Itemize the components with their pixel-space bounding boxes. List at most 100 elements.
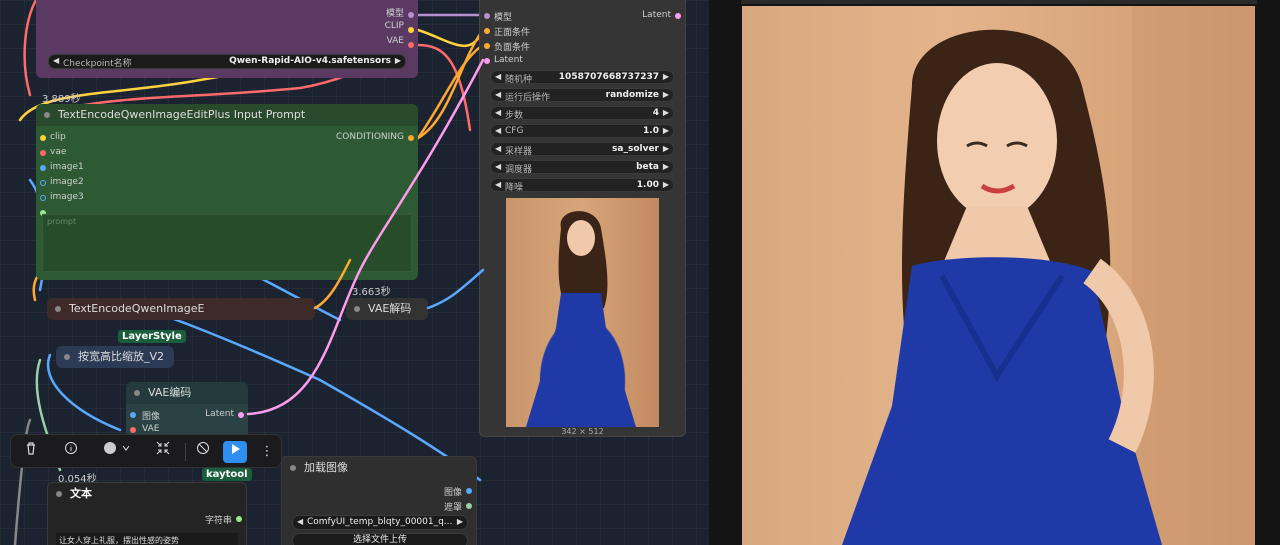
input-image2-dot[interactable] [40, 180, 46, 186]
widget-label: 调度器 [505, 165, 533, 175]
arrow-right-icon[interactable]: ▶ [663, 108, 669, 117]
text-encode-node[interactable]: TextEncodeQwenImageE [47, 298, 315, 320]
panel-header-bar [741, 0, 1257, 4]
input-image-dot[interactable] [130, 412, 136, 418]
vae-decode-node[interactable]: VAE解码 [346, 298, 428, 320]
preview-image[interactable] [506, 198, 659, 427]
output-mask-dot[interactable] [466, 503, 472, 509]
color-icon[interactable] [99, 441, 135, 463]
widget-value: 1.0 [643, 126, 659, 136]
bypass-icon[interactable] [191, 441, 215, 463]
widget-label: 采样器 [505, 147, 533, 157]
play-icon[interactable] [223, 441, 247, 463]
input-vae-dot[interactable] [130, 427, 136, 433]
widget-label: 运行后操作 [505, 93, 551, 103]
output-image[interactable] [742, 6, 1255, 545]
steps-widget[interactable]: ◀ 步数 4 ▶ [490, 106, 674, 121]
denoise-widget[interactable]: ◀ 降噪 1.00 ▶ [490, 178, 674, 193]
toolbar-divider [185, 443, 186, 461]
output-latent-dot[interactable] [238, 412, 244, 418]
control-after-generate-widget[interactable]: ◀ 运行后操作 randomize ▶ [490, 88, 674, 103]
arrow-right-icon[interactable]: ▶ [663, 126, 669, 135]
arrow-left-icon[interactable]: ◀ [297, 517, 303, 526]
arrow-right-icon[interactable]: ▶ [663, 180, 669, 189]
sampler-widget[interactable]: ◀ 采样器 sa_solver ▶ [490, 142, 674, 157]
checkpoint-loader-node[interactable]: 模型 CLIP VAE ◀ Checkpoint名称 Qwen-Rapid-AI… [36, 0, 418, 78]
seed-widget[interactable]: ◀ 随机种 1058707668737237 ▶ [490, 70, 674, 85]
arrow-right-icon[interactable]: ▶ [457, 517, 463, 526]
widget-label: 步数 [505, 111, 524, 121]
collapse-icon[interactable] [151, 441, 175, 463]
input-image3: image3 [50, 192, 84, 202]
vae-encode-node[interactable]: VAE编码 图像 VAE Latent [126, 382, 248, 438]
arrow-right-icon[interactable]: ▶ [663, 90, 669, 99]
output-model: 模型 [385, 9, 404, 19]
preview-figure [526, 211, 636, 427]
input-model-dot[interactable] [484, 13, 490, 19]
selection-toolbar: ⋮ [10, 434, 282, 468]
node-title: VAE编码 [126, 382, 248, 404]
input-positive: 正面条件 [494, 28, 531, 38]
text-encode-plus-node[interactable]: TextEncodeQwenImageEditPlus Input Prompt… [36, 104, 418, 280]
load-image-node[interactable]: 加载图像 图像 遮罩 ◀ ComfyUI_temp_blqty_00001_q.… [281, 456, 477, 545]
arrow-right-icon[interactable]: ▶ [663, 72, 669, 81]
node-title: TextEncodeQwenImageEditPlus Input Prompt [36, 104, 418, 126]
input-positive-dot[interactable] [484, 28, 490, 34]
text-node[interactable]: 文本 字符串 让女人穿上礼服，摆出性感的姿势 [47, 482, 247, 545]
input-vae-dot[interactable] [40, 150, 46, 156]
arrow-left-icon[interactable]: ◀ [495, 90, 501, 99]
image-preview-panel [709, 0, 1280, 545]
more-icon[interactable]: ⋮ [255, 441, 279, 463]
widget-label: CFG [505, 126, 524, 136]
output-image-dot[interactable] [466, 488, 472, 494]
output-string-dot[interactable] [236, 516, 242, 522]
arrow-right-icon[interactable]: ▶ [395, 56, 401, 65]
widget-value: 1058707668737237 [558, 72, 659, 82]
scheduler-widget[interactable]: ◀ 调度器 beta ▶ [490, 160, 674, 175]
info-icon[interactable] [59, 441, 83, 463]
arrow-left-icon[interactable]: ◀ [495, 144, 501, 153]
trash-icon[interactable] [19, 441, 43, 463]
arrow-left-icon[interactable]: ◀ [495, 108, 501, 117]
cfg-widget[interactable]: ◀ CFG 1.0 ▶ [490, 124, 674, 138]
text-content-field[interactable]: 让女人穿上礼服，摆出性感的姿势 [56, 533, 238, 545]
output-vae-dot[interactable] [408, 42, 414, 48]
output-latent: Latent [642, 10, 671, 20]
widget-value: sa_solver [612, 144, 659, 154]
input-image3-dot[interactable] [40, 195, 46, 201]
output-clip-dot[interactable] [408, 27, 414, 33]
upload-button[interactable]: 选择文件上传 [292, 533, 468, 545]
arrow-right-icon[interactable]: ▶ [663, 144, 669, 153]
node-title: VAE解码 [346, 298, 428, 320]
widget-label: 降噪 [505, 183, 524, 193]
arrow-right-icon[interactable]: ▶ [663, 162, 669, 171]
node-title: 文本 [48, 483, 246, 505]
widget-value: beta [636, 162, 659, 172]
prompt-textarea[interactable]: prompt [42, 214, 412, 272]
output-clip: CLIP [384, 21, 404, 31]
output-latent-dot[interactable] [675, 13, 681, 19]
input-image1-dot[interactable] [40, 165, 46, 171]
input-image: 图像 [142, 412, 161, 422]
ksampler-node[interactable]: 模型 正面条件 负面条件 Latent Latent ◀ 随机种 1058707… [479, 0, 686, 437]
checkpoint-name-widget[interactable]: ◀ Checkpoint名称 Qwen-Rapid-AIO-v4.safeten… [48, 54, 406, 69]
input-latent-dot[interactable] [484, 58, 490, 64]
arrow-left-icon[interactable]: ◀ [495, 180, 501, 189]
input-vae: VAE [142, 424, 160, 434]
output-model-dot[interactable] [408, 12, 414, 18]
image-file-widget[interactable]: ◀ ComfyUI_temp_blqty_00001_q... ▶ [292, 515, 468, 530]
output-conditioning-dot[interactable] [408, 135, 414, 141]
arrow-left-icon[interactable]: ◀ [495, 162, 501, 171]
text-encode-plus-timing: 3.889秒 [42, 94, 81, 105]
widget-label: 随机种 [505, 75, 533, 85]
input-image2: image2 [50, 177, 84, 187]
arrow-left-icon[interactable]: ◀ [53, 56, 59, 65]
input-latent: Latent [494, 55, 523, 65]
input-negative: 负面条件 [494, 43, 531, 53]
checkpoint-value: Qwen-Rapid-AIO-v4.safetensors [229, 56, 391, 66]
input-clip-dot[interactable] [40, 135, 46, 141]
input-negative-dot[interactable] [484, 43, 490, 49]
arrow-left-icon[interactable]: ◀ [495, 72, 501, 81]
arrow-left-icon[interactable]: ◀ [495, 126, 501, 135]
resize-node[interactable]: 按宽高比缩放_V2 [56, 346, 174, 368]
